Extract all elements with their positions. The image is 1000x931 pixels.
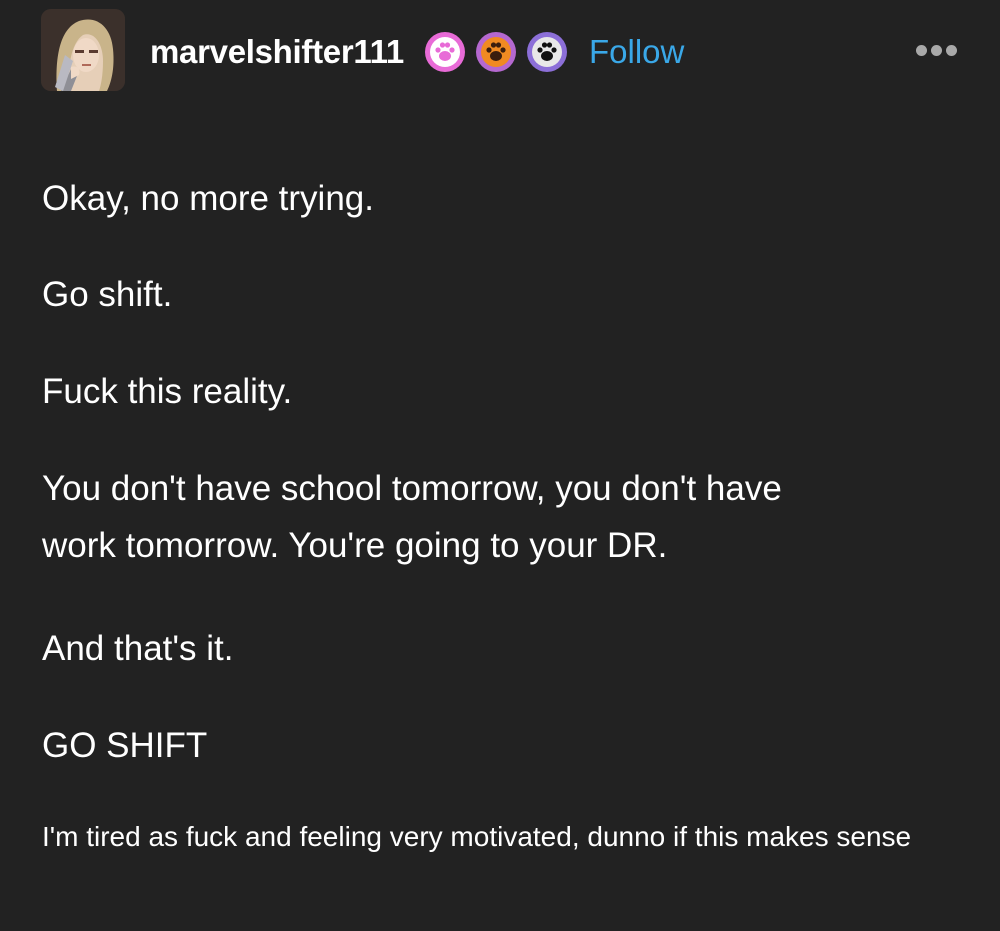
- post-line: You don't have school tomorrow, you don'…: [42, 469, 782, 508]
- paw-badge-icon[interactable]: [526, 31, 568, 73]
- post-paragraph: Go shift.: [42, 275, 173, 314]
- post-paragraph: You don't have school tomorrow, you don'…: [42, 460, 972, 574]
- avatar[interactable]: [41, 9, 125, 91]
- avatar-image: [41, 9, 125, 91]
- post-line: work tomorrow. You're going to your DR.: [42, 526, 668, 565]
- post-paragraph: Fuck this reality.: [42, 372, 293, 411]
- post-paragraph: GO SHIFT: [42, 726, 208, 765]
- post-header: marvelshifter111 Follow: [0, 0, 1000, 100]
- follow-button[interactable]: Follow: [589, 30, 684, 74]
- paw-badge-icon[interactable]: [475, 31, 517, 73]
- post-small-text: I'm tired as fuck and feeling very motiv…: [42, 821, 912, 852]
- username-link[interactable]: marvelshifter111: [150, 30, 404, 74]
- post-paragraph: And that's it.: [42, 629, 234, 668]
- paw-badge-icon[interactable]: [424, 31, 466, 73]
- post-paragraph: Okay, no more trying.: [42, 179, 374, 218]
- ellipsis-icon[interactable]: [912, 38, 960, 62]
